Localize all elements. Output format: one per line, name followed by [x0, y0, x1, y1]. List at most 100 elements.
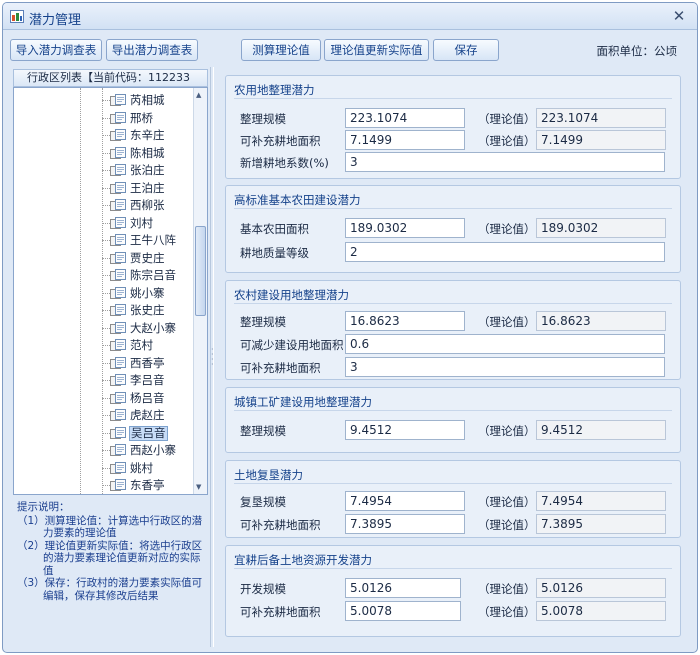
field-row: 整理规模 16.8623 （理论值） 16.8623: [226, 311, 680, 331]
document-icon: [110, 94, 126, 107]
tree-item-label: 虎赵庄: [130, 408, 165, 422]
actual-value-input[interactable]: 3: [345, 357, 665, 377]
admin-region-tree[interactable]: 芮相城 邢桥 东辛庄 陈相城 张泊庄 王泊庄 西柳张 刘村 王牛八阵 贾史庄 陈宗吕音 姚小寨 张史庄大…: [13, 87, 208, 495]
section-title: 土地复垦潜力: [234, 468, 303, 482]
section-3: 农村建设用地整理潜力 整理规模 16.8623 （理论值） 16.8623 可减少建设用地…: [225, 280, 681, 380]
theory-value-field: 7.4954: [536, 491, 666, 511]
tree-item-label: 姚村: [130, 460, 153, 475]
document-icon: [110, 111, 126, 125]
field-row: 开发规模 5.0126 （理论值） 5.0126: [226, 578, 680, 598]
document-icon: [110, 461, 126, 475]
section-5: 土地复垦潜力复垦规模 7.4954 （理论值） 7.4954 可补充耕地面积 7.3895…: [225, 460, 681, 538]
actual-value-input[interactable]: 5.0078: [345, 601, 461, 621]
export-survey-button[interactable]: 导出潜力调查表: [106, 39, 198, 61]
field-label: 可补充耕地面积: [240, 518, 321, 532]
actual-value-input[interactable]: 3: [345, 152, 665, 172]
document-icon: [110, 269, 126, 282]
hint-item: （1）测算理论值：计算选中行政区的潜力要素的理论值: [17, 514, 203, 540]
section-title: 宜耕后备土地资源开发潜力: [234, 553, 372, 567]
section-title: 高标准基本农田建设潜力: [234, 193, 361, 207]
hint-item: （2）理论值更新实际值：将选中行政区的潜力要素理论值更新对应的实际值: [17, 539, 203, 577]
theory-label: （理论值）: [478, 424, 536, 438]
tree-item-label: 吴吕音: [129, 425, 168, 441]
theory-label: （理论值）: [478, 518, 536, 532]
theory-label: （理论值）: [478, 582, 536, 596]
hint-panel: 提示说明： （1）测算理论值：计算选中行政区的潜力要素的理论值 （2）理论值更新…: [17, 501, 207, 602]
section-title: 城镇工矿建设用地整理潜力: [234, 395, 372, 409]
field-row: 复垦规模 7.4954 （理论值） 7.4954: [226, 491, 680, 511]
tree-scrollbar[interactable]: ▲ ▼: [193, 88, 207, 494]
document-icon: [110, 129, 126, 142]
field-row: 可补充耕地面积 5.0078 （理论值） 5.0078: [226, 601, 680, 621]
theory-value-field: 5.0078: [536, 601, 666, 621]
tree-item-label: 芮相城: [130, 93, 165, 107]
field-label: 基本农田面积: [240, 222, 309, 236]
document-icon: [110, 321, 126, 335]
theory-label: （理论值）: [478, 112, 536, 126]
tree-item-label: 王牛八阵: [130, 233, 176, 247]
close-icon[interactable]: ✕: [670, 7, 688, 25]
field-label: 整理规模: [240, 112, 286, 126]
field-row: 整理规模 9.4512 （理论值） 9.4512: [226, 420, 680, 440]
tree-item-label: 姚小寨: [130, 285, 165, 300]
document-icon: [110, 216, 126, 230]
tree-item-label: 贾史庄: [130, 250, 165, 265]
tree-item-label: 张泊庄: [130, 163, 165, 177]
tree-item-label: 东辛庄: [130, 128, 165, 142]
update-actual-button[interactable]: 理论值更新实际值: [324, 39, 429, 61]
tree-item-label: 邢桥: [130, 110, 153, 125]
calc-theory-button[interactable]: 测算理论值: [241, 39, 321, 61]
tree-header: 行政区列表【当前代码：112233: [13, 69, 208, 87]
theory-label: （理论值）: [478, 495, 536, 509]
theory-value-field: 5.0126: [536, 578, 666, 598]
splitter-grip-icon[interactable]: · · · ·: [211, 346, 214, 369]
tree-item-label: 陈宗吕音: [130, 268, 176, 282]
area-unit-label: 面积单位：公顷: [596, 44, 678, 58]
document-icon: [110, 146, 126, 160]
actual-value-input[interactable]: 16.8623: [345, 311, 465, 331]
field-row: 可补充耕地面积 7.3895 （理论值） 7.3895: [226, 514, 680, 534]
actual-value-input[interactable]: 9.4512: [345, 420, 465, 440]
field-row: 可减少建设用地面积 0.6: [226, 334, 680, 354]
toolbar: 导入潜力调查表 导出潜力调查表 测算理论值 理论值更新实际值 保存 面积单位：公…: [3, 31, 697, 67]
actual-value-input[interactable]: 189.0302: [345, 218, 465, 238]
field-label: 整理规模: [240, 424, 286, 438]
tree-item-label: 刘村: [130, 215, 153, 230]
hint-title: 提示说明：: [17, 501, 70, 513]
document-icon: [110, 234, 126, 247]
save-button[interactable]: 保存: [433, 39, 499, 61]
field-label: 可补充耕地面积: [240, 361, 321, 375]
field-row: 耕地质量等级 2: [226, 242, 680, 262]
document-icon: [110, 251, 126, 265]
scroll-down-icon[interactable]: ▼: [196, 483, 201, 491]
document-icon: [110, 286, 126, 300]
theory-value-field: 9.4512: [536, 420, 666, 440]
field-label: 可减少建设用地面积: [240, 338, 344, 352]
document-icon: [110, 164, 126, 177]
import-survey-button[interactable]: 导入潜力调查表: [10, 39, 102, 61]
scroll-up-icon[interactable]: ▲: [196, 91, 201, 99]
actual-value-input[interactable]: 223.1074: [345, 108, 465, 128]
actual-value-input[interactable]: 7.4954: [345, 491, 465, 511]
theory-value-field: 7.1499: [536, 130, 666, 150]
tree-item-label: 王泊庄: [130, 180, 165, 195]
actual-value-input[interactable]: 5.0126: [345, 578, 461, 598]
document-icon: [110, 374, 126, 387]
actual-value-input[interactable]: 0.6: [345, 334, 665, 354]
theory-label: （理论值）: [478, 134, 536, 148]
document-icon: [110, 479, 126, 492]
field-label: 耕地质量等级: [240, 246, 309, 260]
document-icon: [110, 444, 126, 457]
actual-value-input[interactable]: 2: [345, 242, 665, 262]
field-label: 新增耕地系数(%): [240, 156, 329, 170]
left-panel: 行政区列表【当前代码：112233 芮相城 邢桥 东辛庄 陈相城 张泊庄 王泊庄 西柳张 刘村…: [13, 69, 208, 647]
theory-value-field: 223.1074: [536, 108, 666, 128]
potential-sections-panel: 农用地整理潜力 整理规模 223.1074 （理论值） 223.1074 可补充耕地面积 7…: [217, 67, 689, 649]
theory-value-field: 16.8623: [536, 311, 666, 331]
actual-value-input[interactable]: 7.1499: [345, 130, 465, 150]
actual-value-input[interactable]: 7.3895: [345, 514, 465, 534]
field-label: 开发规模: [240, 582, 286, 596]
theory-label: （理论值）: [478, 315, 536, 329]
title-bar[interactable]: 潜力管理 ✕: [3, 3, 697, 30]
scrollbar-thumb[interactable]: [195, 226, 206, 316]
